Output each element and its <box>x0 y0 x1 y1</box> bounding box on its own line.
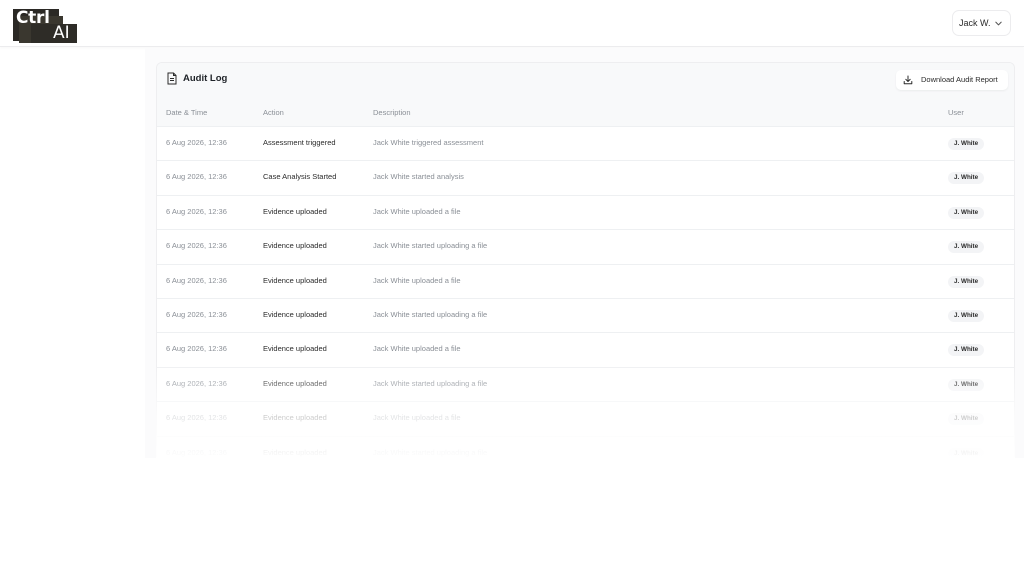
cell-action: Assessment triggered <box>263 138 336 147</box>
cell-action: Evidence uploaded <box>263 413 327 423</box>
cell-date: 6 Aug 2026, 12:36 <box>166 309 227 319</box>
table-header: Date & Time Action Description User <box>157 97 1014 127</box>
cell-action: Case Analysis Started <box>263 172 337 182</box>
table-row[interactable]: 6 Aug 2026, 12:36 Case Analysis Started Ja… <box>157 161 1014 196</box>
download-icon <box>903 75 913 85</box>
cell-date: 6 Aug 2026, 12:36 <box>166 138 227 147</box>
audit-log-header: Audit Log Download Audit Report <box>157 63 1014 97</box>
cell-description: Jack White started analysis <box>373 172 464 182</box>
user-badge: J. White <box>948 344 985 357</box>
cell-date: 6 Aug 2026, 12:36 <box>166 413 227 423</box>
cell-date: 6 Aug 2026, 12:36 <box>166 172 227 182</box>
table-row[interactable]: 6 Aug 2026, 12:36 Evidence uploaded Jack W… <box>157 230 1014 265</box>
document-icon <box>167 72 177 85</box>
chevron-down-icon <box>995 21 1002 26</box>
download-audit-report-button[interactable]: Download Audit Report <box>896 70 1008 90</box>
cell-date: 6 Aug 2026, 12:36 <box>166 378 227 388</box>
top-bar: Ctrl AI Jack W. <box>0 0 1024 47</box>
cell-description: Jack White uploaded a file <box>373 206 461 216</box>
column-header-user[interactable]: User <box>948 108 964 117</box>
download-audit-report-label: Download Audit Report <box>921 75 998 84</box>
audit-log-title: Audit Log <box>183 73 228 84</box>
cell-description: Jack White started uploading a file <box>373 309 488 319</box>
table-row[interactable]: 6 Aug 2026, 12:36 Evidence uploaded Jack W… <box>157 196 1014 231</box>
user-badge: J. White <box>948 413 985 426</box>
cell-date: 6 Aug 2026, 12:36 <box>166 275 227 285</box>
cell-action: Evidence uploaded <box>263 206 327 216</box>
column-header-action[interactable]: Action <box>263 108 284 117</box>
audit-log-card: Audit Log Download Audit Report Date & T… <box>156 62 1015 462</box>
audit-log-table-body: 6 Aug 2026, 12:36 Assessment triggered Jac… <box>157 127 1014 462</box>
user-badge: J. White <box>948 172 985 185</box>
table-row[interactable]: 6 Aug 2026, 12:36 Evidence uploaded Jack W… <box>157 333 1014 368</box>
cell-date: 6 Aug 2026, 12:36 <box>166 241 227 251</box>
user-badge: J. White <box>948 275 985 288</box>
logo-text-ai: AI <box>53 23 70 43</box>
cell-action: Evidence uploaded <box>263 378 327 388</box>
user-badge: J. White <box>948 378 985 391</box>
cell-description: Jack White started uploading a file <box>373 447 488 457</box>
column-header-description[interactable]: Description <box>373 108 411 117</box>
cell-action: Evidence uploaded <box>263 275 327 285</box>
user-badge: J. White <box>948 138 985 150</box>
table-row[interactable]: 6 Aug 2026, 12:36 Evidence uploaded Jack W… <box>157 368 1014 403</box>
cell-action: Evidence uploaded <box>263 447 327 457</box>
table-row[interactable]: 6 Aug 2026, 12:36 Assessment triggered Jac… <box>157 127 1014 162</box>
cell-date: 6 Aug 2026, 12:36 <box>166 447 227 457</box>
column-header-date[interactable]: Date & Time <box>166 108 207 117</box>
user-badge: J. White <box>948 309 985 322</box>
user-badge: J. White <box>948 206 985 219</box>
user-badge: J. White <box>948 241 985 254</box>
cell-action: Evidence uploaded <box>263 309 327 319</box>
page-blank-area <box>145 458 1024 574</box>
cell-description: Jack White uploaded a file <box>373 344 461 354</box>
cell-date: 6 Aug 2026, 12:36 <box>166 344 227 354</box>
cell-description: Jack White started uploading a file <box>373 241 488 251</box>
cell-action: Evidence uploaded <box>263 241 327 251</box>
cell-description: Jack White started uploading a file <box>373 378 488 388</box>
user-menu-button[interactable]: Jack W. <box>952 10 1011 36</box>
cell-date: 6 Aug 2026, 12:36 <box>166 206 227 216</box>
table-row[interactable]: 6 Aug 2026, 12:36 Evidence uploaded Jack W… <box>157 299 1014 334</box>
table-row[interactable]: 6 Aug 2026, 12:36 Evidence uploaded Jack W… <box>157 402 1014 437</box>
table-row[interactable]: 6 Aug 2026, 12:36 Evidence uploaded Jack W… <box>157 265 1014 299</box>
cell-action: Evidence uploaded <box>263 344 327 354</box>
cell-description: Jack White triggered assessment <box>373 138 484 147</box>
cell-description: Jack White uploaded a file <box>373 275 461 285</box>
cell-description: Jack White uploaded a file <box>373 413 461 423</box>
logo-text-ctrl: Ctrl <box>16 8 50 28</box>
ctrl-ai-logo[interactable]: Ctrl AI <box>13 5 77 43</box>
user-menu-label: Jack W. <box>959 18 991 28</box>
